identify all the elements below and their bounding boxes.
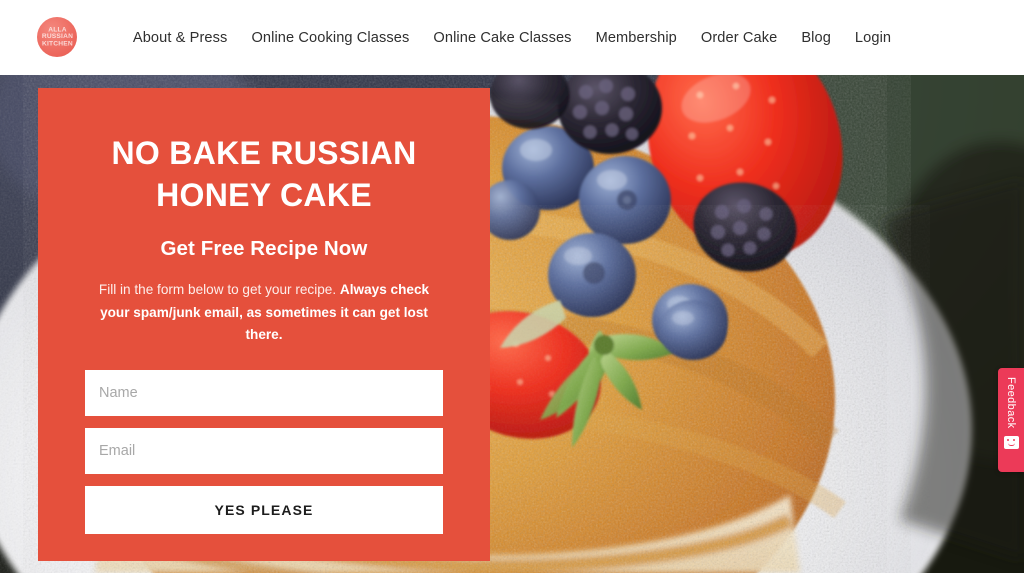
offer-description: Fill in the form below to get your recip… [85,279,443,345]
smiley-face-icon [1003,435,1019,449]
offer-description-regular: Fill in the form below to get your recip… [98,282,340,298]
offer-title-line-1: NO BAKE RUSSIAN [111,135,417,171]
email-input[interactable] [85,427,443,474]
lead-capture-form: YES PLEASE [85,369,443,534]
offer-subtitle: Get Free Recipe Now [160,237,368,261]
nav-item-online-cooking-classes[interactable]: Online Cooking Classes [251,30,409,46]
smiley-mouth [1007,443,1015,446]
offer-title-line-2: HONEY CAKE [156,177,372,214]
offer-panel: NO BAKE RUSSIAN HONEY CAKE Get Free Reci… [38,88,490,561]
offer-title: NO BAKE RUSSIAN HONEY CAKE [85,132,443,216]
main-navigation: About & Press Online Cooking Classes Onl… [0,0,1024,75]
feedback-label: Feedback [1005,377,1017,429]
site-header: Alla Russian Kitchen About & Press Onlin… [0,0,1024,75]
name-input[interactable] [85,369,443,416]
nav-item-order-cake[interactable]: Order Cake [701,30,777,46]
nav-item-membership[interactable]: Membership [596,30,677,46]
feedback-tab[interactable]: Feedback [998,368,1024,472]
nav-item-about-press[interactable]: About & Press [133,30,228,46]
nav-item-login[interactable]: Login [855,30,891,46]
nav-item-blog[interactable]: Blog [801,30,831,46]
landing-page: Alla Russian Kitchen About & Press Onlin… [0,0,1024,573]
submit-button[interactable]: YES PLEASE [85,485,443,534]
nav-item-online-cake-classes[interactable]: Online Cake Classes [433,30,571,46]
